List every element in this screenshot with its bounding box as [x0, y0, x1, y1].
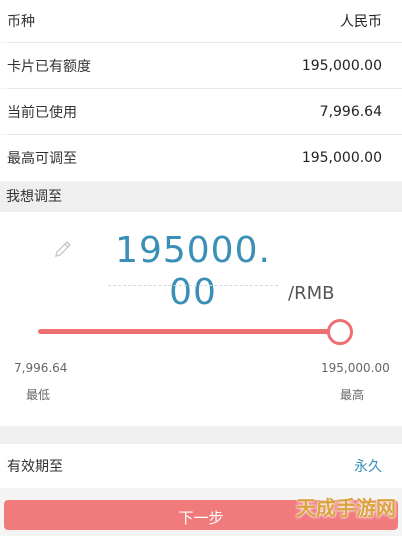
currency-row: 币种 人民币: [0, 0, 402, 42]
slider-max-label: 最高: [340, 388, 365, 402]
slider-track[interactable]: [38, 329, 334, 334]
pencil-icon[interactable]: [52, 238, 74, 260]
adjust-panel: 195000.00 /RMB 7,996.64 最低 195,000.00 最高: [0, 212, 402, 426]
used-row: 当前已使用 7,996.64: [0, 89, 402, 134]
max-adjust-row: 最高可调至 195,000.00: [0, 135, 402, 181]
currency-value: 人民币: [340, 14, 382, 30]
card-limit-row: 卡片已有额度 195,000.00: [0, 43, 402, 88]
slider-min-value: 7,996.64: [14, 361, 68, 375]
section-gap: [0, 426, 402, 444]
expiry-label: 有效期至: [7, 459, 63, 475]
watermark-logo: 天成手游网: [296, 496, 396, 520]
max-adjust-value: 195,000.00: [301, 150, 382, 166]
card-limit-value: 195,000.00: [301, 57, 382, 74]
used-label: 当前已使用: [7, 104, 77, 121]
amount-input[interactable]: 195000.00: [108, 230, 278, 314]
currency-unit: /RMB: [288, 283, 335, 304]
expiry-row[interactable]: 有效期至 永久: [0, 444, 402, 488]
expiry-value[interactable]: 永久: [354, 456, 382, 476]
used-value: 7,996.64: [319, 103, 382, 120]
currency-label: 币种: [7, 14, 35, 30]
slider-handle[interactable]: [327, 319, 353, 345]
adjust-section-title: 我想调至: [0, 182, 402, 212]
max-adjust-label: 最高可调至: [7, 151, 77, 167]
slider-min-label: 最低: [26, 388, 51, 402]
amount-underline: [108, 285, 278, 286]
card-limit-label: 卡片已有额度: [7, 58, 91, 75]
slider-max-value: 195,000.00: [321, 361, 390, 375]
